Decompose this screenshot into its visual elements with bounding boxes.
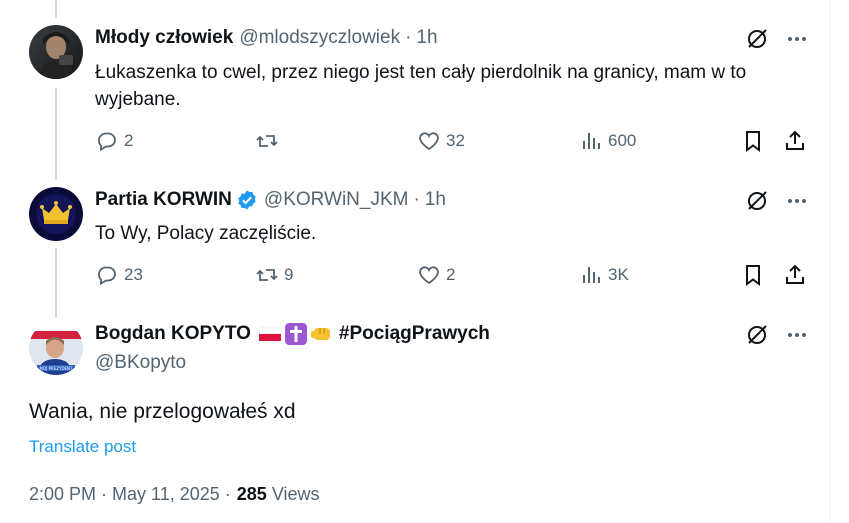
bookmark-button[interactable] xyxy=(741,259,765,291)
thread-connector xyxy=(55,248,57,318)
post-meta: 2:00 PM · May 11, 2025 · 285 Views xyxy=(29,484,320,505)
repost-icon xyxy=(256,135,278,147)
author-handle[interactable]: @BKopyto xyxy=(95,352,186,374)
author-name[interactable]: Młody człowiek xyxy=(95,27,233,49)
conversation-thread: Młody człowiek @mlodszyczlowiek · 1h Łuk… xyxy=(0,0,830,523)
views-icon xyxy=(583,267,600,283)
post-text: Łukaszenka to cwel, przez niego jest ten… xyxy=(95,62,747,110)
like-count: 32 xyxy=(446,131,465,150)
post-top-icons xyxy=(744,188,810,214)
author-handle[interactable]: @KORWiN_JKM xyxy=(264,189,409,211)
like-button[interactable]: 32 xyxy=(417,125,465,157)
more-icon[interactable] xyxy=(784,26,810,52)
author-hashtag[interactable]: #PociągPrawych xyxy=(339,323,490,345)
oncoming-fist-emoji xyxy=(310,323,333,345)
thread-connector xyxy=(55,88,57,180)
reply-icon xyxy=(98,266,116,286)
like-count: 2 xyxy=(446,265,456,284)
poland-flag-emoji xyxy=(258,323,281,345)
latin-cross-emoji xyxy=(284,323,307,345)
reply-count: 2 xyxy=(124,131,134,150)
post-actions: 23 9 2 3K xyxy=(95,259,811,291)
grok-icon[interactable] xyxy=(744,26,770,52)
share-button[interactable] xyxy=(783,259,807,291)
reply-icon xyxy=(98,132,116,152)
repost-button[interactable]: 9 xyxy=(255,259,293,291)
author-handle[interactable]: @mlodszyczlowiek xyxy=(239,27,400,49)
views-count: 600 xyxy=(608,131,637,150)
views-count: 285 xyxy=(236,484,267,504)
like-icon xyxy=(419,266,439,285)
post-text: To Wy, Polacy zaczęliście. xyxy=(95,223,317,244)
like-button[interactable]: 2 xyxy=(417,259,455,291)
avatar[interactable] xyxy=(29,187,83,241)
grok-icon[interactable] xyxy=(744,322,770,348)
reply-count: 23 xyxy=(124,265,143,284)
thread-connector xyxy=(55,0,57,18)
reply-button[interactable]: 23 xyxy=(95,259,143,291)
more-icon[interactable] xyxy=(784,188,810,214)
grok-icon[interactable] xyxy=(744,188,770,214)
post-header: Młody człowiek @mlodszyczlowiek · 1h xyxy=(95,27,438,49)
views-button[interactable]: 600 xyxy=(579,125,636,157)
avatar[interactable]: MÓJ PREZYDENT xyxy=(29,321,83,375)
views-button[interactable]: 3K xyxy=(579,259,629,291)
post-text: Wania, nie przelogowałeś xd xyxy=(29,400,296,423)
repost-icon xyxy=(256,269,278,281)
post-header: Partia KORWIN @KORWiN_JKM · 1h xyxy=(95,189,446,211)
translate-link[interactable]: Translate post xyxy=(29,433,136,460)
bookmark-button[interactable] xyxy=(741,125,765,157)
author-name[interactable]: Bogdan KOPYTO xyxy=(95,323,251,345)
post-header: Bogdan KOPYTO #PociągPrawych xyxy=(95,323,490,345)
separator-dot: · xyxy=(413,189,420,210)
separator-dot: · xyxy=(405,27,412,48)
repost-button[interactable] xyxy=(255,125,284,157)
more-icon[interactable] xyxy=(784,322,810,348)
post-top-icons xyxy=(744,26,810,52)
repost-count: 9 xyxy=(284,265,294,284)
share-icon xyxy=(786,264,804,284)
share-button[interactable] xyxy=(783,125,807,157)
views-icon xyxy=(583,133,600,149)
bookmark-icon xyxy=(746,265,760,286)
svg-text:MÓJ PREZYDENT: MÓJ PREZYDENT xyxy=(40,366,74,371)
author-name[interactable]: Partia KORWIN xyxy=(95,189,232,211)
post-top-icons xyxy=(744,322,810,348)
author-handle-row: @BKopyto xyxy=(95,352,186,374)
post-time[interactable]: 1h xyxy=(425,189,446,211)
post-actions: 2 32 600 xyxy=(95,125,811,157)
avatar[interactable] xyxy=(29,25,83,79)
views-count: 3K xyxy=(608,265,629,284)
reply-button[interactable]: 2 xyxy=(95,125,133,157)
share-icon xyxy=(786,130,804,150)
post-timestamp[interactable]: 2:00 PM · May 11, 2025 · xyxy=(29,484,231,505)
post-time[interactable]: 1h xyxy=(416,27,437,49)
bookmark-icon xyxy=(746,131,760,152)
verified-badge-icon[interactable] xyxy=(236,189,258,211)
views-label: Views xyxy=(271,484,320,504)
like-icon xyxy=(419,132,439,151)
